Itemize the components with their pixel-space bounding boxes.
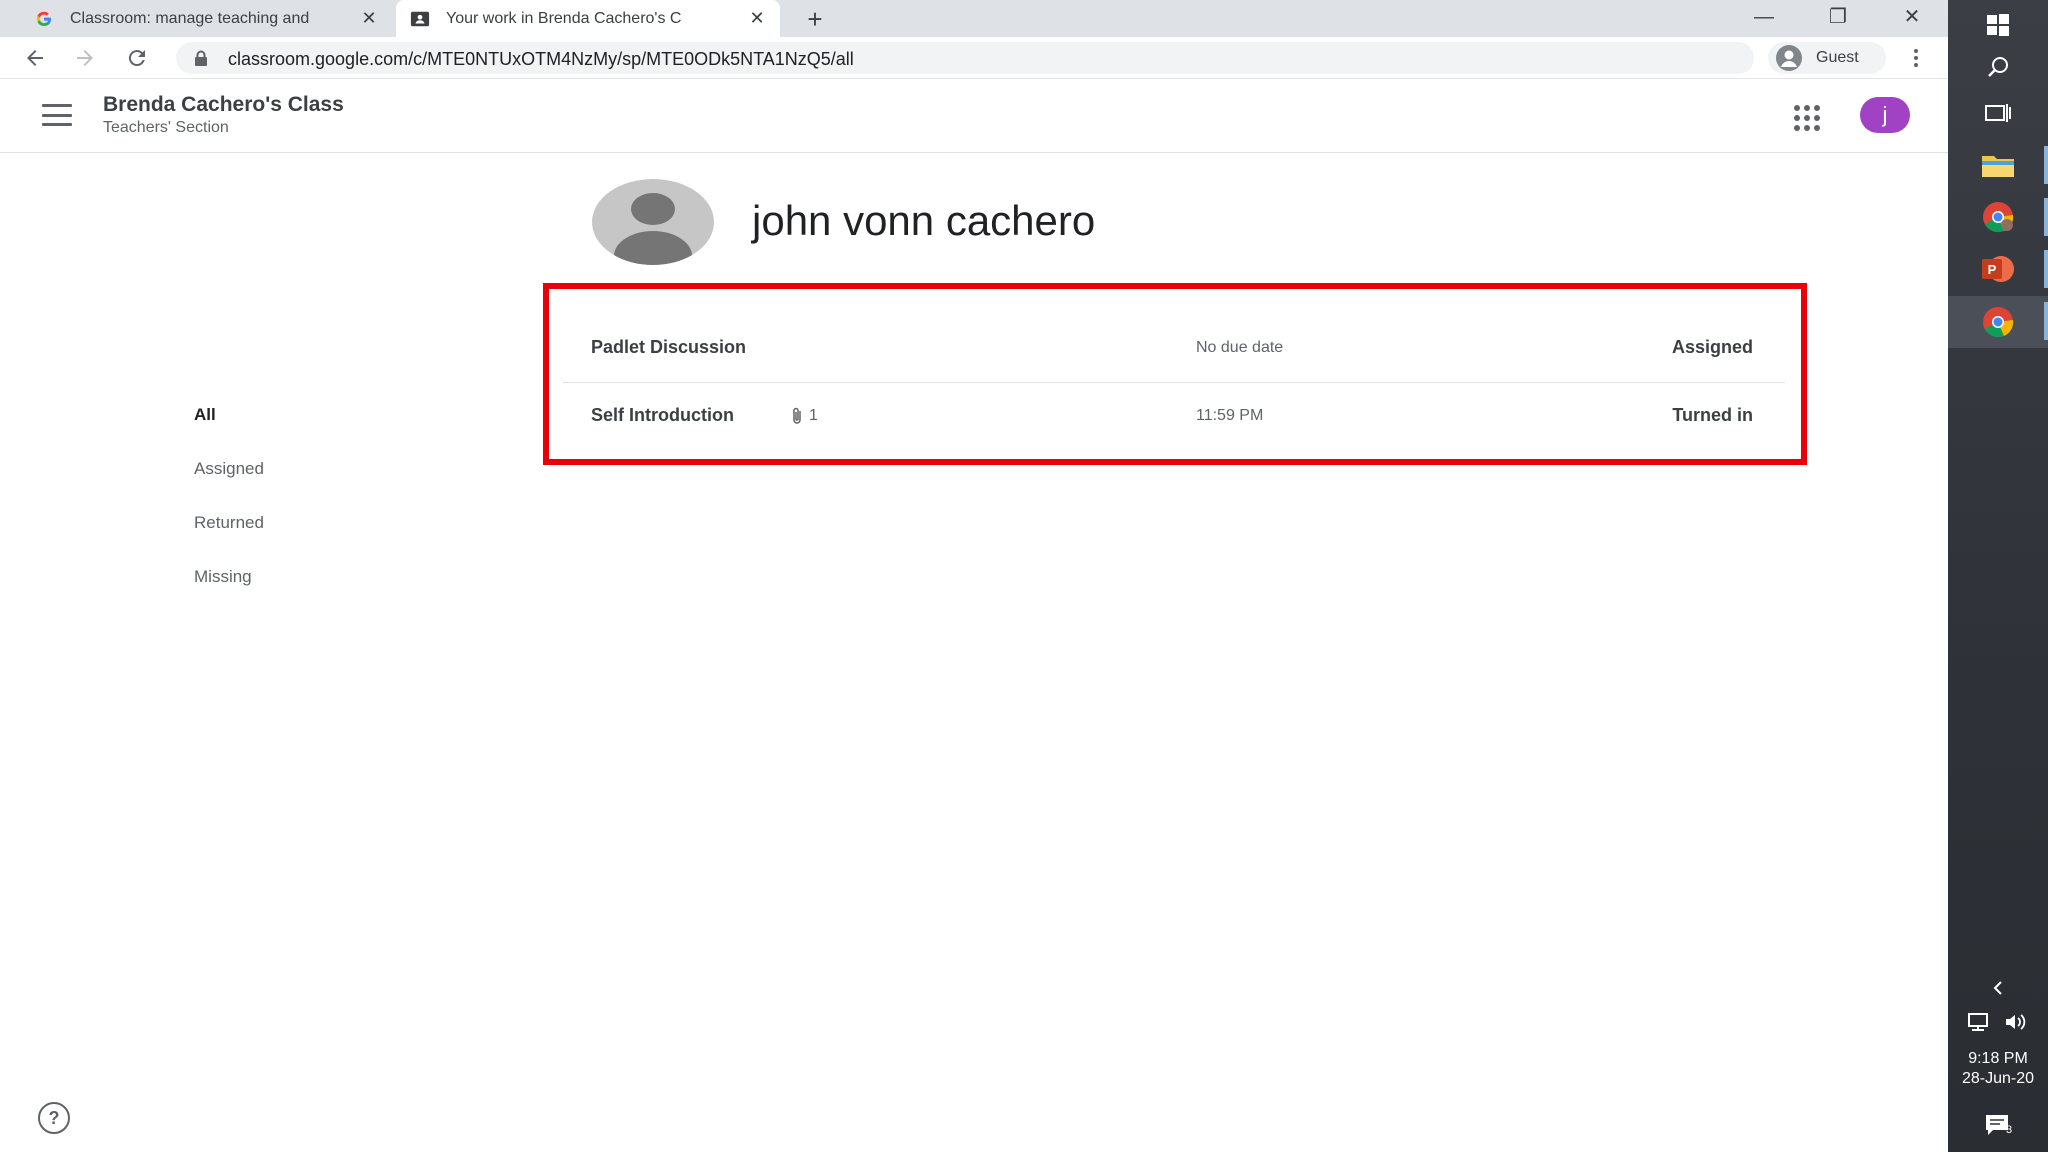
notification-count: 3 <box>2006 1124 2013 1136</box>
account-avatar[interactable]: j <box>1860 97 1910 135</box>
main-content: john vonn cachero All Assigned Returned … <box>0 153 1948 1152</box>
taskbar-file-explorer[interactable] <box>1948 140 2048 190</box>
taskbar-chrome-active[interactable] <box>1948 296 2048 348</box>
back-button[interactable] <box>20 43 50 73</box>
tab-your-work[interactable]: Your work in Brenda Cachero's C ✕ <box>396 0 780 37</box>
svg-text:P: P <box>1988 262 1997 277</box>
browser-menu-icon[interactable] <box>1906 45 1926 71</box>
windows-taskbar: P 9:18 PM 28-Jun-20 3 <box>1948 0 2048 1152</box>
profile-label: Guest <box>1816 49 1859 66</box>
filter-assigned[interactable]: Assigned <box>194 457 264 511</box>
taskbar-powerpoint[interactable]: P <box>1948 244 2048 294</box>
address-bar[interactable]: classroom.google.com/c/MTE0NTUxOTM4NzMy/… <box>176 42 1754 74</box>
lock-icon <box>195 50 207 66</box>
clock-time[interactable]: 9:18 PM <box>1948 1050 2048 1068</box>
search-icon <box>1988 57 2008 77</box>
volume-button[interactable] <box>1998 1006 2034 1038</box>
highlighted-work-list: Padlet Discussion No due date Assigned S… <box>543 283 1807 465</box>
speaker-icon <box>2006 1014 2026 1030</box>
work-due: 11:59 PM <box>1196 407 1264 424</box>
work-status: Turned in <box>1672 405 1753 425</box>
work-due: No due date <box>1196 339 1284 356</box>
network-button[interactable] <box>1960 1006 1996 1038</box>
clock-date[interactable]: 28-Jun-20 <box>1948 1070 2048 1088</box>
class-title[interactable]: Brenda Cachero's Class <box>103 93 344 117</box>
google-apps-icon[interactable] <box>1794 105 1820 131</box>
task-view-button[interactable] <box>1948 88 2048 138</box>
work-item-row[interactable]: Padlet Discussion No due date Assigned <box>563 315 1785 383</box>
windows-logo-icon <box>1987 14 2009 36</box>
student-avatar <box>592 179 714 265</box>
filter-missing[interactable]: Missing <box>194 565 264 619</box>
restore-icon[interactable]: ❐ <box>1808 0 1868 37</box>
main-menu-icon[interactable] <box>42 104 72 126</box>
classroom-header: Brenda Cachero's Class Teachers' Section… <box>0 79 1948 153</box>
browser-toolbar: classroom.google.com/c/MTE0NTUxOTM4NzMy/… <box>0 37 1948 79</box>
network-icon <box>1968 1013 1988 1031</box>
taskbar-chrome-profile[interactable] <box>1948 192 2048 242</box>
classroom-icon <box>410 9 430 29</box>
reload-button[interactable] <box>122 43 152 73</box>
chrome-icon <box>1983 307 2014 338</box>
close-icon[interactable]: ✕ <box>748 9 766 27</box>
work-filter-list: All Assigned Returned Missing <box>194 403 264 619</box>
browser-window: Classroom: manage teaching and ✕ Your wo… <box>0 0 1948 1152</box>
chrome-icon <box>1983 202 2014 233</box>
close-icon[interactable]: ✕ <box>360 9 378 27</box>
work-title: Self Introduction <box>591 405 734 425</box>
search-button[interactable] <box>1948 42 2048 92</box>
minimize-icon[interactable]: — <box>1734 0 1794 37</box>
attachment-count-value: 1 <box>809 407 818 424</box>
reload-icon <box>128 50 145 67</box>
new-tab-button[interactable]: + <box>800 4 830 34</box>
tab-classroom-home[interactable]: Classroom: manage teaching and ✕ <box>20 0 392 37</box>
powerpoint-icon: P <box>1982 256 2014 282</box>
filter-all[interactable]: All <box>194 403 264 457</box>
attachment-count: 1 <box>791 407 818 425</box>
close-window-icon[interactable]: ✕ <box>1882 0 1942 37</box>
filter-returned[interactable]: Returned <box>194 511 264 565</box>
avatar-letter: j <box>1860 97 1910 133</box>
arrow-left-icon <box>27 50 43 66</box>
google-g-icon <box>34 9 54 29</box>
class-section: Teachers' Section <box>103 119 229 136</box>
tab-strip: Classroom: manage teaching and ✕ Your wo… <box>0 0 1948 37</box>
student-name: john vonn cachero <box>752 197 1096 244</box>
show-hidden-icons-button[interactable] <box>1948 972 2048 1004</box>
profile-button[interactable]: Guest <box>1768 42 1886 74</box>
help-icon[interactable]: ? <box>38 1102 70 1134</box>
tab-title: Classroom: manage teaching and <box>70 9 310 27</box>
work-status: Assigned <box>1671 337 1753 357</box>
work-title: Padlet Discussion <box>591 337 747 357</box>
arrow-right-icon <box>77 50 93 66</box>
forward-button[interactable] <box>70 43 100 73</box>
paperclip-icon <box>793 407 801 424</box>
chevron-left-icon <box>1993 981 2002 995</box>
action-center-button[interactable]: 3 <box>1948 1104 2048 1146</box>
tab-title: Your work in Brenda Cachero's C <box>446 9 682 27</box>
task-view-icon <box>1985 104 2011 122</box>
side-gutter <box>0 153 164 1152</box>
work-item-row[interactable]: Self Introduction 1 11:59 PM Turned in <box>563 383 1785 451</box>
url-text: classroom.google.com/c/MTE0NTUxOTM4NzMy/… <box>228 49 854 69</box>
guest-avatar-icon <box>1776 45 1802 71</box>
folder-icon <box>1982 156 2014 177</box>
